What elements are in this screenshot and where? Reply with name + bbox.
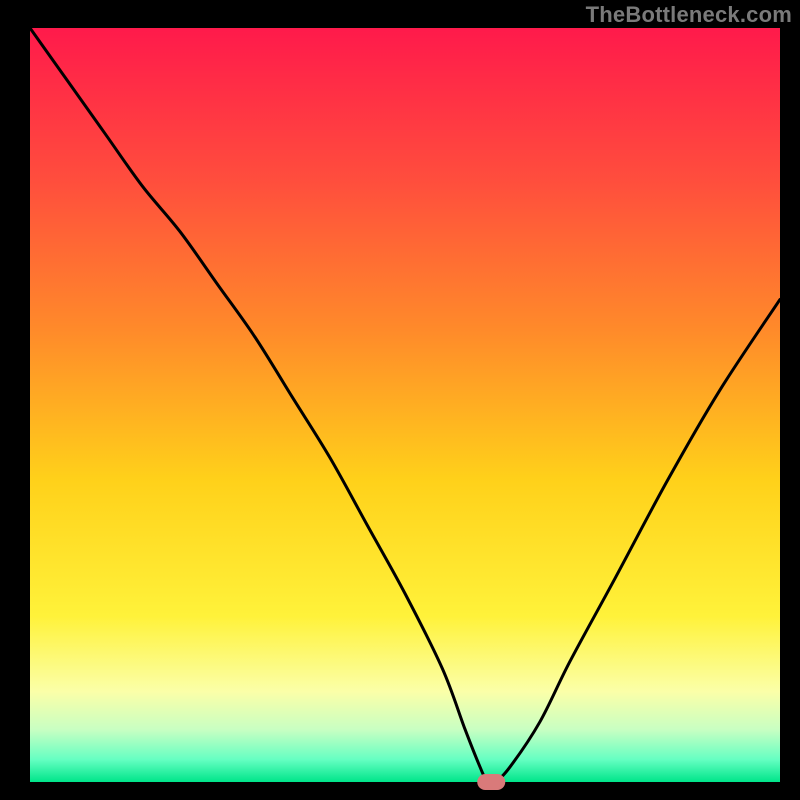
chart-frame bbox=[780, 0, 800, 800]
chart-svg bbox=[0, 0, 800, 800]
chart-frame bbox=[0, 0, 30, 800]
chart-frame bbox=[0, 782, 800, 800]
plot-background bbox=[30, 28, 780, 782]
optimal-point-marker bbox=[477, 774, 505, 790]
bottleneck-chart: TheBottleneck.com bbox=[0, 0, 800, 800]
watermark-text: TheBottleneck.com bbox=[586, 2, 792, 28]
